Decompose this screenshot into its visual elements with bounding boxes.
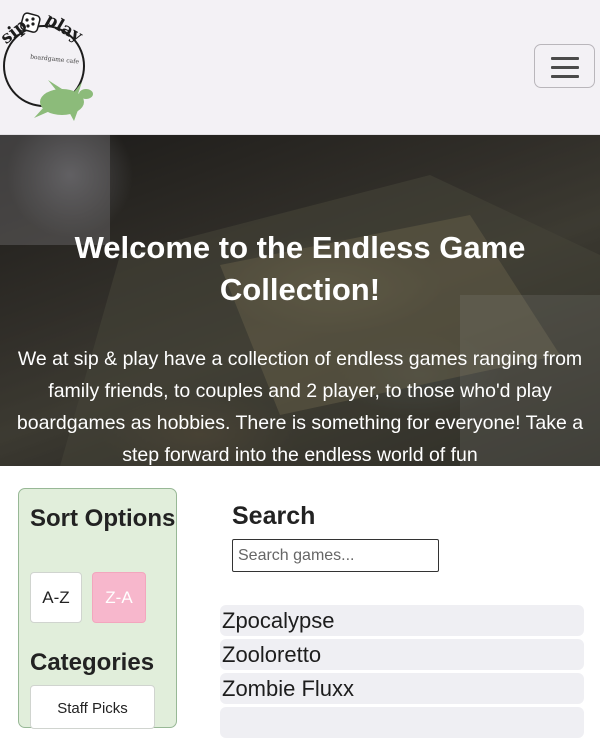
categories-heading: Categories bbox=[30, 649, 155, 676]
category-staff-picks-button[interactable]: Staff Picks bbox=[30, 685, 155, 729]
sip-and-play-logo[interactable]: sip play boardgame cafe bbox=[0, 10, 100, 122]
search-heading: Search bbox=[232, 502, 316, 530]
sort-sidebar: Sort Options A-Z Z-A Categories Staff Pi… bbox=[18, 488, 177, 729]
hamburger-menu-icon-bottom bbox=[551, 75, 579, 78]
game-list: Zpocalypse Zooloretto Zombie Fluxx bbox=[220, 605, 584, 741]
game-list-item[interactable]: Zooloretto bbox=[220, 639, 584, 670]
search-input[interactable] bbox=[232, 539, 439, 572]
navbar-toggle-button[interactable] bbox=[534, 44, 595, 88]
hero-banner: Welcome to the Endless Game Collection! … bbox=[0, 135, 600, 466]
sort-options-heading: Sort Options bbox=[30, 505, 176, 532]
navbar: sip play boardgame cafe bbox=[0, 0, 600, 135]
hamburger-menu-icon bbox=[551, 57, 579, 60]
game-list-item[interactable]: Zombie Fluxx bbox=[220, 673, 584, 704]
hamburger-menu-icon-middle bbox=[551, 66, 579, 69]
sort-az-button[interactable]: A-Z bbox=[30, 572, 82, 623]
sort-za-button[interactable]: Z-A bbox=[92, 572, 146, 623]
hero-title: Welcome to the Endless Game Collection! bbox=[74, 230, 526, 307]
game-list-item[interactable]: Zpocalypse bbox=[220, 605, 584, 636]
hero-description: We at sip & play have a collection of en… bbox=[16, 348, 584, 466]
